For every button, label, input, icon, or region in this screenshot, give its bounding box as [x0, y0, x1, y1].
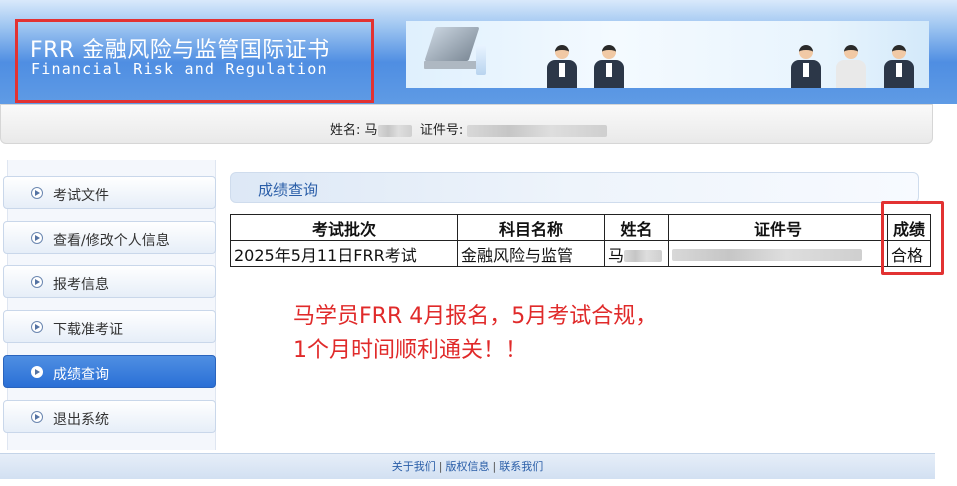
sidebar-item-label: 考试文件: [53, 188, 109, 204]
table-row: 2025年5月11日FRR考试 金融风险与监管 马 合格: [230, 240, 931, 267]
header-banner: FRR 金融风险与监管国际证书 Financial Risk and Regul…: [0, 0, 957, 104]
score-table: 考试批次 科目名称 姓名 证件号 成绩 2025年5月11日FRR考试 金融风险…: [230, 214, 931, 267]
banner-image: [406, 21, 929, 88]
col-id-number: 证件号: [668, 214, 888, 241]
cell-exam-batch: 2025年5月11日FRR考试: [230, 240, 458, 267]
col-subject: 科目名称: [457, 214, 605, 241]
sidebar-item-label: 查看/修改个人信息: [53, 233, 170, 249]
user-info-bar: 姓名: 马 证件号:: [0, 104, 933, 144]
person-figure: [547, 45, 577, 88]
person-figure: [791, 45, 821, 88]
grade-highlight-box: [881, 201, 944, 275]
footer-link-contact[interactable]: 联系我们: [499, 460, 543, 473]
col-exam-batch: 考试批次: [230, 214, 458, 241]
arrow-circle-icon: [31, 276, 43, 288]
arrow-circle-icon: [31, 366, 43, 378]
redacted-id: [467, 124, 608, 137]
footer-separator: |: [438, 460, 443, 473]
section-title-bar: 成绩查询: [230, 172, 919, 203]
footer-link-copyright[interactable]: 版权信息: [446, 460, 490, 473]
arrow-circle-icon: [31, 321, 43, 333]
annotation-line: 马学员FRR 4月报名，5月考试合规，: [293, 304, 658, 329]
sidebar-item-exam-files[interactable]: 考试文件: [3, 176, 216, 209]
person-figure: [594, 45, 624, 88]
annotation-line: 1个月时间顺利通关！！: [293, 338, 527, 363]
name-value: 马: [364, 123, 378, 138]
footer-link-about[interactable]: 关于我们: [392, 460, 436, 473]
redacted-id: [672, 248, 862, 261]
cell-subject: 金融风险与监管: [457, 240, 605, 267]
table-header-row: 考试批次 科目名称 姓名 证件号 成绩: [230, 214, 931, 241]
sidebar-item-personal-info[interactable]: 查看/修改个人信息: [3, 221, 216, 254]
person-figure: [836, 45, 866, 88]
cell-name: 马: [604, 240, 669, 267]
section-title: 成绩查询: [258, 181, 319, 199]
sidebar-item-label: 退出系统: [53, 412, 109, 428]
sidebar-item-logout[interactable]: 退出系统: [3, 400, 216, 433]
logo-highlight-box: [15, 19, 374, 103]
annotation-text: 马学员FRR 4月报名，5月考试合规， 1个月时间顺利通关！！: [293, 300, 657, 368]
sidebar-item-registration[interactable]: 报考信息: [3, 265, 216, 298]
arrow-circle-icon: [31, 411, 43, 423]
cell-name-text: 马: [608, 245, 625, 265]
sidebar-item-label: 下载准考证: [53, 322, 123, 338]
cell-id-number: [668, 240, 888, 267]
redacted-name: [624, 250, 663, 262]
sidebar-item-label: 成绩查询: [53, 367, 109, 383]
col-name: 姓名: [604, 214, 669, 241]
sidebar-item-label: 报考信息: [53, 277, 109, 293]
person-figure: [884, 45, 914, 88]
arrow-circle-icon: [31, 187, 43, 199]
id-label: 证件号:: [419, 123, 464, 138]
name-label: 姓名:: [330, 123, 361, 138]
sidebar-item-admission-ticket[interactable]: 下载准考证: [3, 310, 216, 343]
laptop-illustration: [424, 27, 494, 83]
arrow-circle-icon: [31, 232, 43, 244]
user-info: 姓名: 马 证件号:: [330, 119, 608, 138]
redacted-name: [377, 124, 412, 137]
sidebar-item-score-query[interactable]: 成绩查询: [3, 355, 216, 388]
footer: 关于我们 | 版权信息 | 联系我们: [0, 453, 935, 479]
footer-separator: |: [492, 460, 497, 473]
